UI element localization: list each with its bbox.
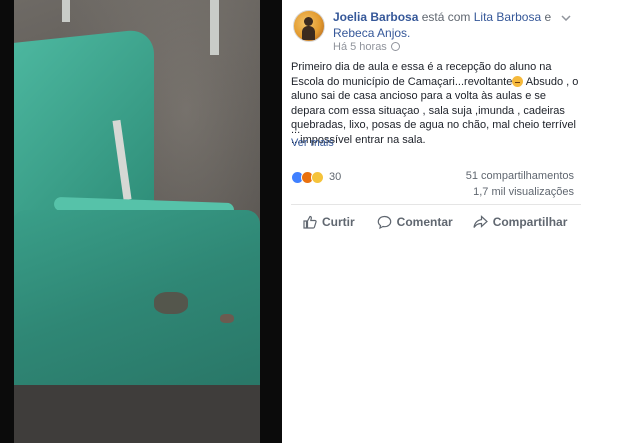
like-button[interactable]: Curtir [303,210,355,234]
chair-leg [62,0,70,22]
chair-leg [210,0,219,55]
with-text: está com [421,10,471,24]
comment-icon [377,215,391,229]
shares-count[interactable]: 51 compartilhamentos [466,170,574,182]
views-count: 1,7 mil visualizações [473,186,574,198]
post-timestamp[interactable]: Há 5 horas [333,41,400,53]
divider [291,204,581,205]
author-name[interactable]: Joelia Barbosa [333,10,418,24]
post-header: Joelia Barbosa está com Lita Barbosa e R… [333,9,563,41]
avatar-head [304,17,313,26]
chevron-down-icon[interactable] [559,10,573,24]
share-button[interactable]: Compartilhar [473,210,568,234]
thumbs-up-icon [303,215,317,229]
post-panel: Joelia Barbosa está com Lita Barbosa e R… [282,0,600,443]
share-icon [473,215,488,228]
post-caption: Primeiro dia de aula e essa é a recepção… [291,60,583,148]
reactions-count[interactable]: 30 [329,171,341,183]
see-more-link[interactable]: Ver mais [291,137,334,149]
timestamp-text[interactable]: Há 5 horas [333,41,387,53]
comment-label: Comentar [396,215,453,229]
and-text: e [544,10,552,24]
comment-button[interactable]: Comentar [377,210,453,234]
dirt-stain [154,292,188,314]
avatar[interactable] [293,10,325,42]
reactions-summary[interactable]: 30 [291,169,341,185]
video-player[interactable] [14,0,260,443]
like-label: Curtir [322,215,355,229]
tagged-user-2[interactable]: Rebeca Anjos. [333,26,410,40]
avatar-body [302,26,315,40]
dirt-stain [220,314,234,323]
floor-ledge [14,385,260,443]
caption-ellipsis: ... [291,124,301,136]
tagged-user-1[interactable]: Lita Barbosa [474,10,541,24]
globe-icon [390,42,400,51]
share-label: Compartilhar [492,215,568,229]
angry-face-emoji-icon [512,75,524,87]
action-bar: Curtir Comentar Compartilhar [291,210,581,234]
wow-reaction-icon [311,170,324,184]
